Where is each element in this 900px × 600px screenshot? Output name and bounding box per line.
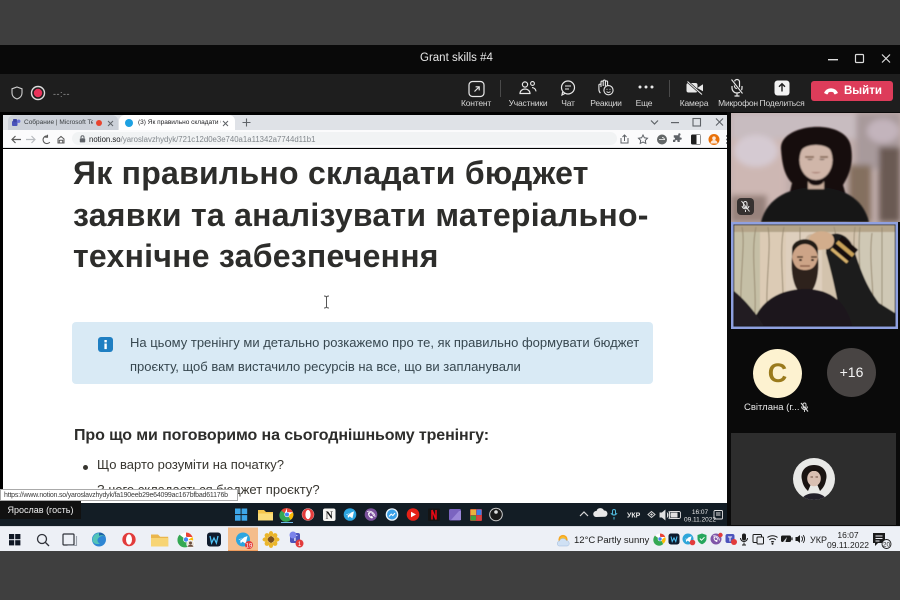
- svg-text:19: 19: [246, 543, 253, 549]
- svg-text:N: N: [326, 510, 334, 521]
- svg-text:16:07: 16:07: [692, 509, 709, 516]
- svg-text:09.11.2022: 09.11.2022: [684, 517, 716, 524]
- svg-text:УКР: УКР: [627, 513, 641, 520]
- svg-text:20: 20: [883, 542, 891, 549]
